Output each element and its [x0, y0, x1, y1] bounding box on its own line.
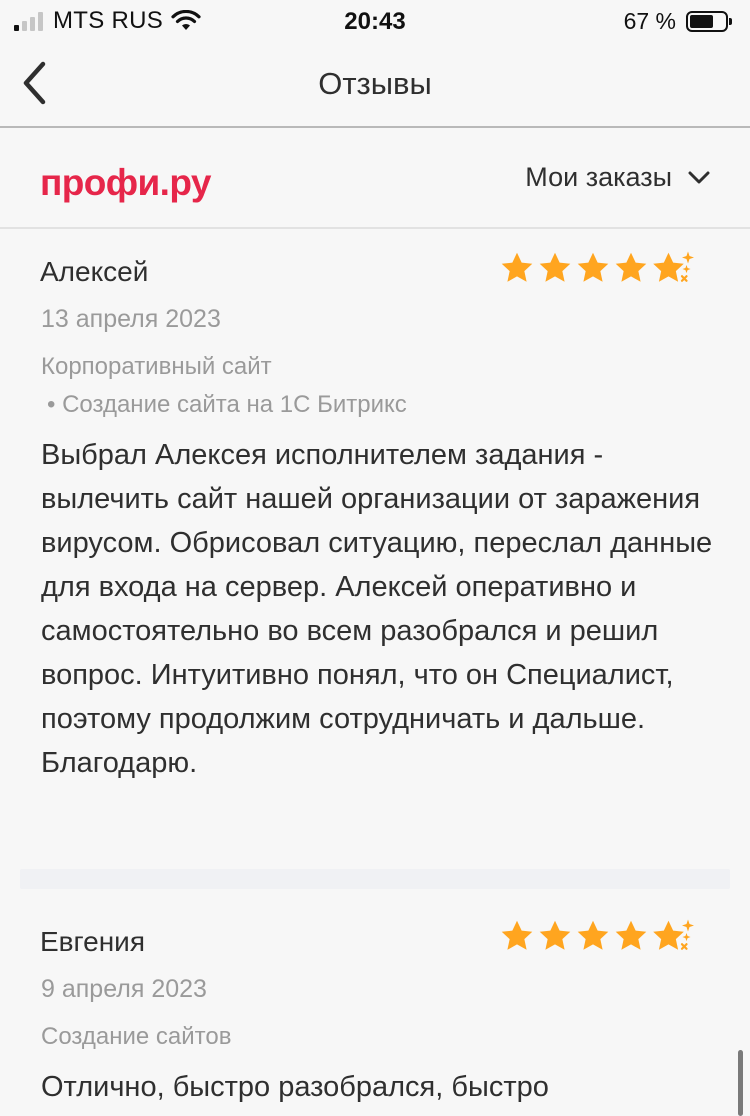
review-text: Отлично, быстро разобрался, быстро [41, 1071, 549, 1103]
navigation-bar: Отзывы [0, 42, 750, 128]
star-icon [501, 252, 533, 282]
rating-stars [498, 250, 696, 286]
battery-percentage: 67 % [623, 7, 676, 34]
review-separator [20, 869, 730, 889]
page-title: Отзывы [318, 66, 432, 101]
star-icon [615, 920, 647, 950]
review-date: 9 апреля 2023 [41, 975, 207, 1003]
star-icon [615, 252, 647, 282]
my-orders-label: Мои заказы [525, 162, 672, 192]
star-icon [577, 252, 609, 282]
star-icon [539, 252, 571, 282]
service-category: Корпоративный сайт [41, 353, 272, 380]
star-icon [539, 920, 571, 950]
battery-icon [686, 10, 732, 32]
star-icon [501, 920, 533, 950]
rating-stars [498, 918, 696, 954]
star-icon [577, 920, 609, 950]
service-category: Создание сайтов [41, 1023, 232, 1050]
reviewer-name: Алексей [40, 256, 149, 287]
scrollbar[interactable] [738, 1050, 743, 1116]
status-bar-right: 67 % [623, 7, 732, 34]
review-text: Выбрал Алексея исполнителем задания - вы… [41, 439, 713, 779]
status-bar: MTS RUS 20:43 67 % [0, 0, 750, 42]
my-orders-dropdown[interactable]: Мои заказы [525, 162, 710, 193]
chevron-down-icon [688, 171, 710, 183]
sparkle-star-icon [653, 919, 694, 950]
profi-ru-logo[interactable]: профи.ру [40, 162, 211, 204]
reviewer-name: Евгения [40, 926, 145, 957]
review-date: 13 апреля 2023 [41, 305, 221, 333]
service-subcategory: • Создание сайта на 1С Битрикс [47, 391, 407, 418]
brand-bar: профи.ру Мои заказы [0, 130, 750, 229]
sparkle-star-icon [653, 251, 694, 282]
